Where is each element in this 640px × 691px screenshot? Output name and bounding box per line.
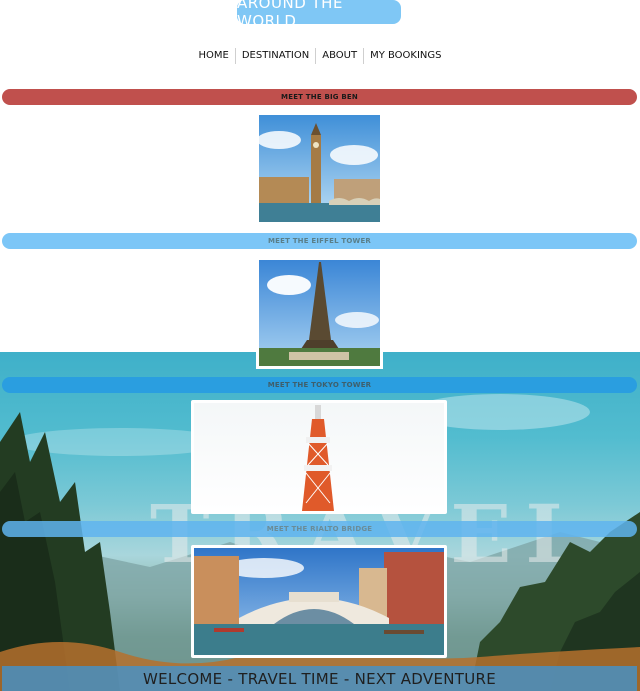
section-label-eiffel-tower: MEET THE EIFFEL TOWER bbox=[267, 237, 372, 245]
site-title: AROUND THE WORLD bbox=[237, 0, 343, 30]
main-nav: HOME DESTINATION ABOUT MY BOOKINGS bbox=[0, 48, 640, 64]
rialto-bridge-photo bbox=[191, 545, 447, 658]
big-ben-photo bbox=[259, 115, 380, 222]
eiffel-tower-photo bbox=[256, 257, 383, 369]
section-label-big-ben: MEET THE BIG BEN bbox=[281, 93, 358, 101]
nav-destination-link[interactable]: DESTINATION bbox=[234, 48, 315, 64]
section-bar-rialto-bridge: MEET THE RIALTO BRIDGE bbox=[2, 521, 637, 537]
site-title-banner: AROUND THE WORLD bbox=[237, 0, 401, 30]
footer-banner: WELCOME - TRAVEL TIME - NEXT ADVENTURE bbox=[2, 666, 637, 691]
section-bar-eiffel-tower: MEET THE EIFFEL TOWER bbox=[2, 233, 637, 249]
section-bar-tokyo-tower: MEET THE TOKYO TOWER bbox=[2, 377, 637, 393]
footer-text: WELCOME - TRAVEL TIME - NEXT ADVENTURE bbox=[142, 669, 496, 688]
nav-my-bookings-link[interactable]: MY BOOKINGS bbox=[363, 48, 447, 64]
section-label-tokyo-tower: MEET THE TOKYO TOWER bbox=[267, 381, 372, 389]
nav-about-link[interactable]: ABOUT bbox=[315, 48, 363, 64]
nav-home-link[interactable]: HOME bbox=[193, 48, 235, 64]
section-bar-big-ben: MEET THE BIG BEN bbox=[2, 89, 637, 105]
tokyo-tower-photo bbox=[191, 400, 447, 514]
section-label-rialto-bridge: MEET THE RIALTO BRIDGE bbox=[266, 525, 373, 533]
